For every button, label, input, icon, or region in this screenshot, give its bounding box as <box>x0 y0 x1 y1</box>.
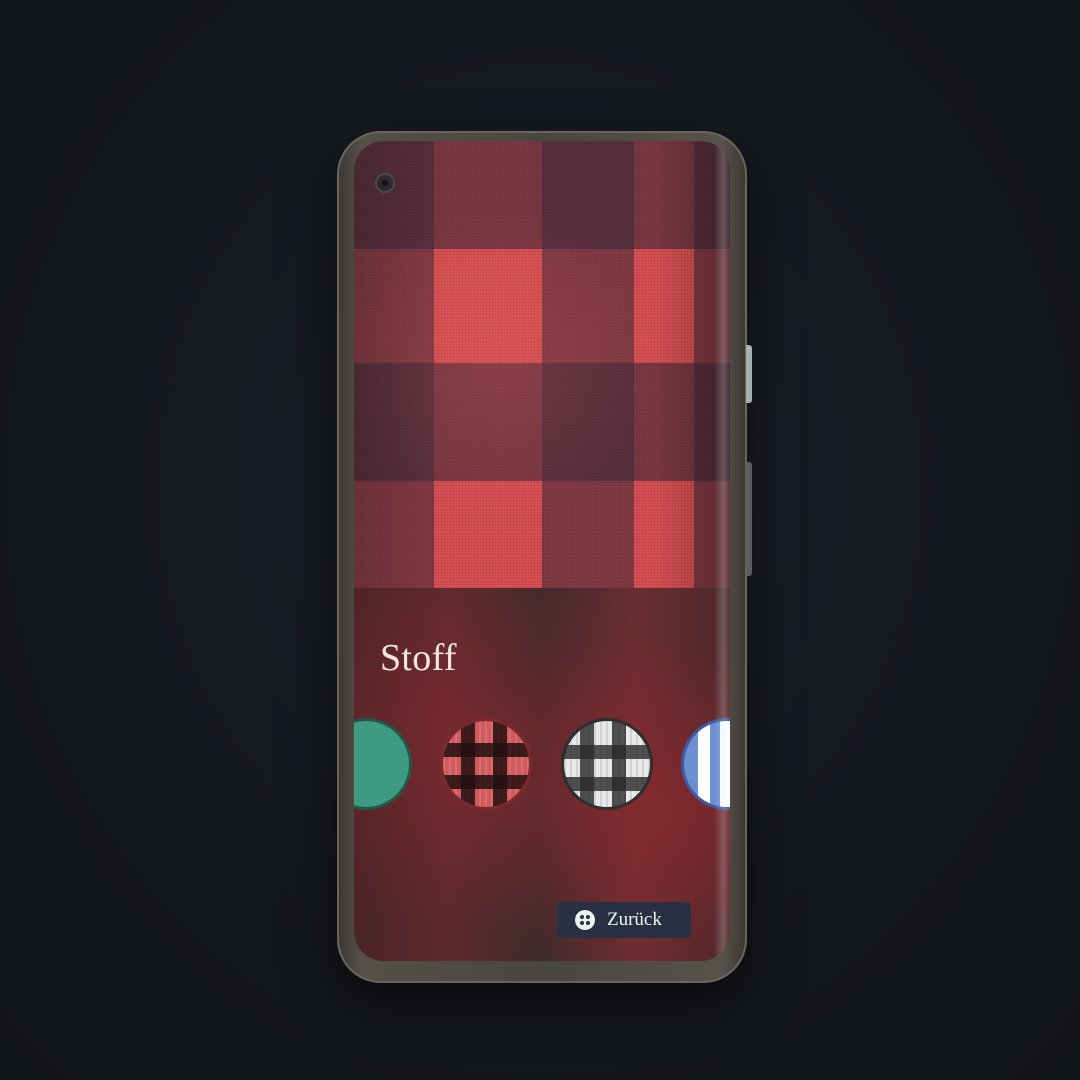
power-button <box>746 345 752 403</box>
phone-screen: Stoff Zurück <box>354 141 730 961</box>
back-button[interactable]: Zurück <box>557 902 691 938</box>
swatch-red-plaid[interactable] <box>440 718 532 810</box>
volume-button <box>746 462 752 576</box>
swatch-green[interactable] <box>354 718 412 810</box>
swatch-gray-plaid[interactable] <box>561 718 653 810</box>
fabric-shading <box>354 141 730 588</box>
front-camera-icon <box>377 175 393 191</box>
swatch-blue-stripe[interactable] <box>681 718 730 810</box>
panel-title: Stoff <box>380 637 457 679</box>
button-icon <box>575 910 595 930</box>
back-button-label: Zurück <box>607 909 662 930</box>
fabric-selection-panel: Stoff Zurück <box>354 588 730 961</box>
